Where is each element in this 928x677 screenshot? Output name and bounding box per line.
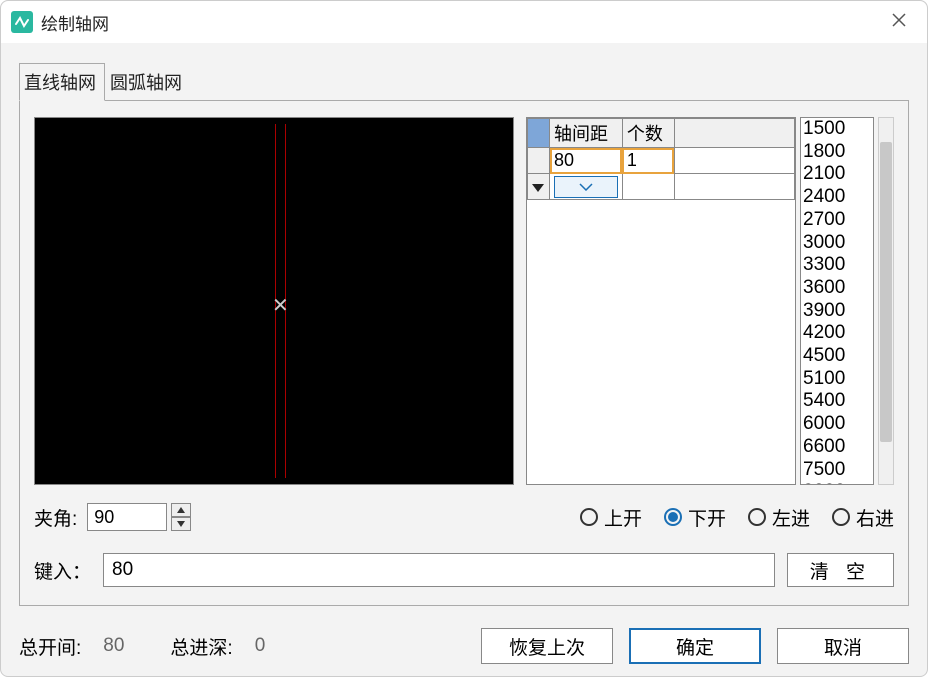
angle-spinner xyxy=(87,503,191,531)
dialog-window: 绘制轴网 直线轴网 圆弧轴网 ✕ xyxy=(0,0,928,677)
radio-label: 右进 xyxy=(856,504,894,531)
preset-item[interactable]: 3600 xyxy=(803,277,873,300)
radio-down[interactable]: 下开 xyxy=(664,504,726,531)
preset-item[interactable]: 6600 xyxy=(803,436,873,459)
total-width-label: 总开间: xyxy=(19,633,81,660)
radio-icon xyxy=(832,508,850,526)
keyin-input[interactable] xyxy=(103,553,775,587)
content-area: 直线轴网 圆弧轴网 ✕ 轴间距 个数 xyxy=(1,43,927,616)
radio-up[interactable]: 上开 xyxy=(580,504,642,531)
total-depth-value: 0 xyxy=(255,635,266,657)
preset-item[interactable]: 8000 xyxy=(803,481,873,485)
radio-icon xyxy=(748,508,766,526)
preset-item[interactable]: 4200 xyxy=(803,322,873,345)
angle-up-button[interactable] xyxy=(171,503,191,517)
radio-icon xyxy=(580,508,598,526)
total-width-value: 80 xyxy=(103,635,124,657)
preset-list[interactable]: 1500180021002400270030003300360039004200… xyxy=(800,117,874,485)
radio-label: 上开 xyxy=(604,504,642,531)
corner-header[interactable] xyxy=(528,119,550,148)
preset-item[interactable]: 5100 xyxy=(803,368,873,391)
app-icon xyxy=(11,11,33,33)
cell-extra-empty[interactable] xyxy=(674,174,794,200)
preview-canvas[interactable]: ✕ xyxy=(34,117,514,485)
preset-item[interactable]: 3000 xyxy=(803,232,873,255)
cell-count[interactable]: 1 xyxy=(622,148,674,174)
restore-button[interactable]: 恢复上次 xyxy=(481,628,613,664)
preset-item[interactable]: 7500 xyxy=(803,459,873,482)
crosshair-icon: ✕ xyxy=(272,296,289,316)
keyin-row: 键入： 清 空 xyxy=(34,553,894,587)
scrollbar[interactable] xyxy=(878,117,894,485)
preset-item[interactable]: 3900 xyxy=(803,300,873,323)
tab-straight-grid[interactable]: 直线轴网 xyxy=(19,63,105,101)
cell-extra[interactable] xyxy=(674,148,794,174)
row-header[interactable] xyxy=(528,174,550,200)
cancel-button[interactable]: 取消 xyxy=(777,628,909,664)
footer: 总开间: 80 总进深: 0 恢复上次 确定 取消 xyxy=(1,616,927,664)
keyin-label: 键入： xyxy=(34,557,91,584)
preset-item[interactable]: 2700 xyxy=(803,209,873,232)
radio-icon xyxy=(664,508,682,526)
radio-left[interactable]: 左进 xyxy=(748,504,810,531)
preset-item[interactable]: 4500 xyxy=(803,345,873,368)
chevron-down-icon xyxy=(177,521,185,527)
row-header[interactable] xyxy=(528,148,550,174)
direction-radios: 上开 下开 左进 右进 xyxy=(580,504,894,531)
ok-button[interactable]: 确定 xyxy=(629,628,761,664)
grid-table[interactable]: 轴间距 个数 80 1 xyxy=(526,117,796,485)
dropdown-button[interactable] xyxy=(554,176,618,198)
total-depth-label: 总进深: xyxy=(170,633,232,660)
tab-bar: 直线轴网 圆弧轴网 xyxy=(19,63,909,101)
scrollbar-thumb[interactable] xyxy=(880,142,892,442)
cell-dropdown[interactable] xyxy=(550,174,623,200)
clear-button[interactable]: 清 空 xyxy=(787,553,894,587)
col-spacing-header[interactable]: 轴间距 xyxy=(550,119,623,148)
angle-input[interactable] xyxy=(87,503,167,531)
close-icon[interactable] xyxy=(881,8,917,37)
col-extra-header[interactable] xyxy=(674,119,794,148)
chevron-down-icon xyxy=(579,183,593,191)
preset-item[interactable]: 2100 xyxy=(803,163,873,186)
triangle-right-icon xyxy=(532,184,544,192)
cell-spacing[interactable]: 80 xyxy=(550,148,623,174)
table-row[interactable]: 80 1 xyxy=(528,148,795,174)
controls-row: 夹角: 上开 下开 左进 右进 xyxy=(34,503,894,531)
col-count-header[interactable]: 个数 xyxy=(622,119,674,148)
radio-label: 左进 xyxy=(772,504,810,531)
tab-arc-grid[interactable]: 圆弧轴网 xyxy=(105,63,191,101)
angle-label: 夹角: xyxy=(34,504,77,531)
grid-section: 轴间距 个数 80 1 xyxy=(526,117,894,485)
titlebar: 绘制轴网 xyxy=(1,1,927,43)
cell-count-empty[interactable] xyxy=(622,174,674,200)
preset-item[interactable]: 2400 xyxy=(803,186,873,209)
table-row-new[interactable] xyxy=(528,174,795,200)
preset-item[interactable]: 3300 xyxy=(803,254,873,277)
upper-row: ✕ 轴间距 个数 80 xyxy=(34,117,894,485)
preset-item[interactable]: 1800 xyxy=(803,141,873,164)
radio-right[interactable]: 右进 xyxy=(832,504,894,531)
angle-down-button[interactable] xyxy=(171,517,191,531)
preset-item[interactable]: 1500 xyxy=(803,118,873,141)
tab-panel: ✕ 轴间距 个数 80 xyxy=(19,100,909,606)
radio-label: 下开 xyxy=(688,504,726,531)
chevron-up-icon xyxy=(177,507,185,513)
preset-item[interactable]: 5400 xyxy=(803,390,873,413)
preset-item[interactable]: 6000 xyxy=(803,413,873,436)
window-title: 绘制轴网 xyxy=(41,10,109,35)
